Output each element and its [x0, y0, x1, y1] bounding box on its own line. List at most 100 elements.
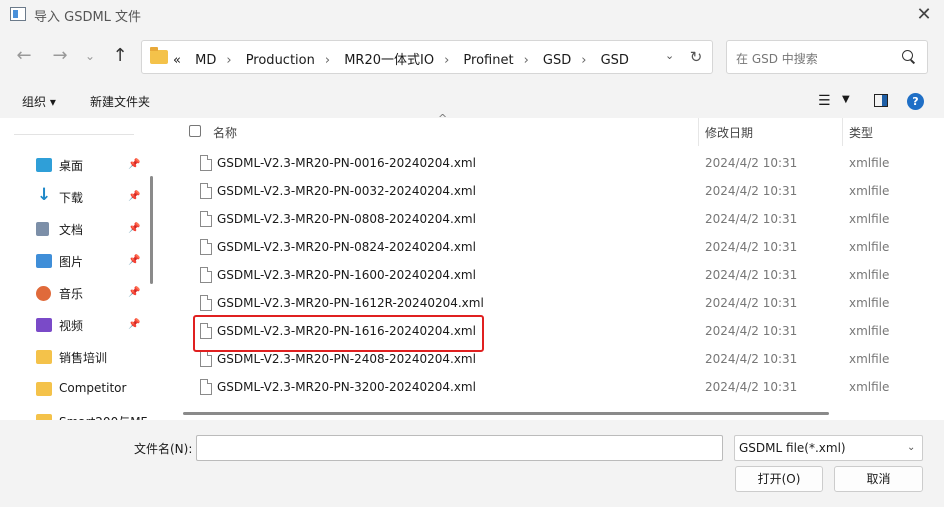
- file-icon: [200, 379, 212, 395]
- file-icon: [200, 267, 212, 283]
- sidebar-item-label: 桌面: [59, 159, 84, 173]
- breadcrumb-separator-icon: ›: [324, 53, 331, 68]
- sidebar-divider: [14, 134, 134, 135]
- file-row[interactable]: GSDML-V2.3-MR20-PN-0808-20240204.xml 202…: [164, 206, 944, 234]
- folder-icon: [150, 47, 168, 64]
- column-divider[interactable]: [842, 118, 843, 146]
- sidebar-item-label: 文档: [59, 223, 84, 237]
- file-date: 2024/4/2 10:31: [705, 352, 798, 366]
- pin-icon[interactable]: 📌: [128, 223, 140, 234]
- file-row[interactable]: GSDML-V2.3-MR20-PN-0032-20240204.xml 202…: [164, 178, 944, 206]
- sidebar-scrollbar[interactable]: [150, 176, 153, 284]
- column-header-name[interactable]: 名称: [213, 124, 237, 141]
- sidebar-item-desktop[interactable]: 桌面 📌: [36, 152, 146, 178]
- sidebar-item-documents[interactable]: 文档 📌: [36, 216, 146, 242]
- file-date: 2024/4/2 10:31: [705, 296, 798, 310]
- open-button[interactable]: 打开(O): [735, 466, 823, 492]
- column-header-date[interactable]: 修改日期: [705, 124, 753, 141]
- file-name: GSDML-V2.3-MR20-PN-0032-20240204.xml: [217, 184, 476, 198]
- file-name: GSDML-V2.3-MR20-PN-3200-20240204.xml: [217, 380, 476, 394]
- sidebar-item-downloads[interactable]: 下载 📌: [36, 184, 146, 210]
- filename-input[interactable]: ⌄: [196, 435, 911, 461]
- pin-icon[interactable]: 📌: [128, 287, 140, 298]
- breadcrumb-separator-icon: ›: [444, 53, 450, 68]
- filetype-chevron-down-icon[interactable]: ⌄: [907, 442, 915, 453]
- file-date: 2024/4/2 10:31: [705, 156, 798, 170]
- pin-icon[interactable]: 📌: [128, 159, 140, 170]
- breadcrumb-item[interactable]: MR20一体式IO: [344, 53, 434, 68]
- breadcrumb-item[interactable]: GSD: [543, 53, 571, 68]
- navigation-pane: 桌面 📌 下载 📌 文档 📌 图片 📌 音乐 📌 视频 📌 销售培训 Compe…: [0, 118, 150, 428]
- file-row[interactable]: GSDML-V2.3-MR20-PN-0824-20240204.xml 202…: [164, 234, 944, 262]
- help-icon[interactable]: ?: [907, 93, 924, 110]
- download-icon: [36, 185, 52, 205]
- file-row[interactable]: GSDML-V2.3-MR20-PN-3200-20240204.xml 202…: [164, 374, 944, 402]
- file-date: 2024/4/2 10:31: [705, 184, 798, 198]
- recent-locations-chevron-icon[interactable]: ⌄: [80, 44, 100, 68]
- file-date: 2024/4/2 10:31: [705, 240, 798, 254]
- search-box[interactable]: 在 GSD 中搜索: [726, 40, 928, 74]
- search-icon[interactable]: [901, 49, 917, 65]
- file-row[interactable]: GSDML-V2.3-MR20-PN-1612R-20240204.xml 20…: [164, 290, 944, 318]
- refresh-icon[interactable]: ↻: [685, 46, 707, 68]
- pin-icon[interactable]: 📌: [128, 191, 140, 202]
- sort-ascending-icon: ^: [438, 112, 448, 125]
- sidebar-item-pictures[interactable]: 图片 📌: [36, 248, 146, 274]
- file-date: 2024/4/2 10:31: [705, 212, 798, 226]
- organize-button[interactable]: 组织 ▾: [22, 93, 56, 110]
- file-type: xmlfile: [849, 184, 890, 198]
- close-icon[interactable]: ✕: [912, 3, 936, 27]
- pin-icon[interactable]: 📌: [128, 319, 140, 330]
- dialog-footer: 文件名(N): ⌄ GSDML file(*.xml) ⌄ 打开(O) 取消: [0, 420, 944, 507]
- file-icon: [200, 239, 212, 255]
- file-name: GSDML-V2.3-MR20-PN-1612R-20240204.xml: [217, 296, 484, 310]
- command-bar: 组织 ▾ 新建文件夹 ▼ ?: [0, 86, 944, 118]
- desktop-icon: [36, 158, 52, 172]
- file-name: GSDML-V2.3-MR20-PN-2408-20240204.xml: [217, 352, 476, 366]
- sidebar-item-sales-training[interactable]: 销售培训: [36, 344, 146, 370]
- music-icon: [36, 286, 51, 301]
- cancel-button[interactable]: 取消: [834, 466, 923, 492]
- file-type: xmlfile: [849, 380, 890, 394]
- file-type: xmlfile: [849, 268, 890, 282]
- file-name: GSDML-V2.3-MR20-PN-0016-20240204.xml: [217, 156, 476, 170]
- file-icon: [200, 211, 212, 227]
- breadcrumb-item[interactable]: Production: [246, 53, 315, 68]
- breadcrumb-item[interactable]: Profinet: [463, 53, 513, 68]
- file-type: xmlfile: [849, 352, 890, 366]
- breadcrumb-item[interactable]: GSD: [601, 53, 629, 68]
- file-row[interactable]: GSDML-V2.3-MR20-PN-0016-20240204.xml 202…: [164, 150, 944, 178]
- file-type: xmlfile: [849, 212, 890, 226]
- view-chevron-down-icon[interactable]: ▼: [842, 94, 850, 105]
- pin-icon[interactable]: 📌: [128, 255, 140, 266]
- folder-icon: [36, 382, 52, 396]
- search-input[interactable]: 在 GSD 中搜索: [736, 50, 818, 67]
- breadcrumb-overflow[interactable]: «: [173, 53, 181, 68]
- view-list-icon[interactable]: [818, 94, 832, 108]
- file-type: xmlfile: [849, 324, 890, 338]
- select-all-checkbox[interactable]: [189, 125, 201, 137]
- breadcrumb-item[interactable]: MD: [195, 53, 216, 68]
- file-row[interactable]: GSDML-V2.3-MR20-PN-1600-20240204.xml 202…: [164, 262, 944, 290]
- filetype-select[interactable]: GSDML file(*.xml) ⌄: [734, 435, 923, 461]
- address-bar[interactable]: « MD › Production › MR20一体式IO › Profinet › G…: [141, 40, 713, 74]
- title-bar: 导入 GSDML 文件 ✕: [0, 0, 944, 30]
- breadcrumb-separator-icon: ›: [523, 53, 529, 68]
- address-history-chevron-icon[interactable]: ⌄: [665, 49, 674, 62]
- sidebar-item-videos[interactable]: 视频 📌: [36, 312, 146, 338]
- app-icon: [10, 7, 26, 21]
- navigation-bar: ← → ⌄ ↑ « MD › Production › MR20一体式IO › Pro…: [0, 30, 944, 86]
- up-arrow-icon[interactable]: ↑: [108, 44, 132, 68]
- new-folder-button[interactable]: 新建文件夹: [90, 93, 150, 110]
- horizontal-scrollbar[interactable]: [183, 412, 829, 415]
- sidebar-item-label: 下载: [59, 191, 84, 205]
- sidebar-item-music[interactable]: 音乐 📌: [36, 280, 146, 306]
- sidebar-item-competitor[interactable]: Competitor: [36, 376, 146, 402]
- preview-pane-icon[interactable]: [874, 94, 888, 107]
- sidebar-item-label: Competitor: [59, 381, 127, 395]
- column-divider[interactable]: [698, 118, 699, 146]
- file-type: xmlfile: [849, 296, 890, 310]
- column-header-type[interactable]: 类型: [849, 124, 873, 141]
- back-arrow-icon[interactable]: ←: [12, 44, 36, 68]
- forward-arrow-icon[interactable]: →: [48, 44, 72, 68]
